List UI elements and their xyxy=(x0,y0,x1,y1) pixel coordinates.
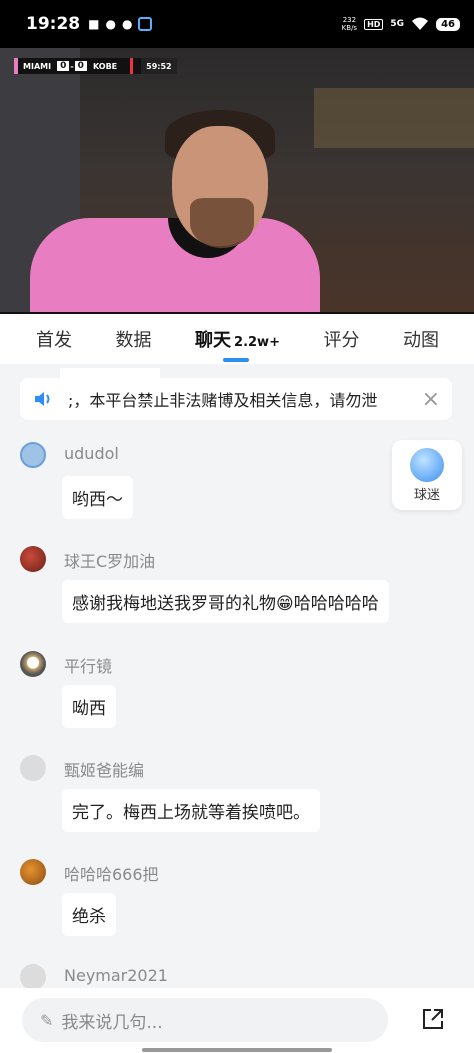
message-icon: ● xyxy=(105,17,116,31)
status-bar: 19:28 ■ ● ● 232 KB/s HD 5G 46 xyxy=(0,0,474,48)
message-bubble: 呦西 xyxy=(62,685,116,728)
fan-widget[interactable]: 球迷 xyxy=(392,440,462,510)
tab-gifs[interactable]: 动图 xyxy=(403,326,439,352)
username[interactable]: Neymar2021 xyxy=(64,966,168,985)
chat-count: 2.2w+ xyxy=(234,335,280,350)
scrolled-content-fragment xyxy=(60,368,160,378)
away-team: KOBE xyxy=(92,61,118,71)
close-icon[interactable]: × xyxy=(422,387,440,412)
avatar[interactable] xyxy=(20,964,46,990)
bottom-input-bar: ✎ 我来说几句... xyxy=(0,988,474,1053)
home-score: 0 xyxy=(57,61,70,71)
battery-indicator: 46 xyxy=(436,17,460,31)
comment-placeholder: 我来说几句... xyxy=(61,1012,163,1033)
message-bubble: 哟西～ xyxy=(62,476,133,519)
fan-mascot-icon xyxy=(410,448,444,482)
tab-ratings[interactable]: 评分 xyxy=(323,326,359,352)
active-tab-indicator xyxy=(223,358,250,362)
pencil-icon: ✎ xyxy=(40,1010,54,1030)
share-icon[interactable] xyxy=(420,1006,446,1032)
video-call-icon: ■ xyxy=(88,17,100,31)
username[interactable]: 哈哈哈666把 xyxy=(64,861,159,885)
match-clock: 59:52 xyxy=(141,58,177,74)
wifi-icon xyxy=(412,17,429,30)
avatar[interactable] xyxy=(20,755,46,781)
message-bubble: 完了。梅西上场就等着挨喷吧。 xyxy=(62,789,320,832)
fan-widget-label: 球迷 xyxy=(413,488,440,503)
wechat-icon: ● xyxy=(121,17,133,31)
network-speed: 232 KB/s xyxy=(341,16,358,32)
away-score: 0 xyxy=(74,61,87,71)
tab-chat-label: 聊天 xyxy=(195,330,232,351)
username[interactable]: 球王C罗加油 xyxy=(64,548,155,572)
comment-input[interactable]: ✎ 我来说几句... xyxy=(22,998,388,1042)
app-notification-icon xyxy=(138,17,153,31)
avatar[interactable] xyxy=(20,859,46,885)
notice-text: ;，本平台禁止非法赌博及相关信息，请勿泄 xyxy=(68,391,378,410)
username[interactable]: 平行镜 xyxy=(64,653,112,677)
tab-chat[interactable]: 聊天 2.2w+ xyxy=(195,326,280,362)
message-bubble: 绝杀 xyxy=(62,893,116,936)
hd-badge: HD xyxy=(364,18,384,30)
username[interactable]: ududol xyxy=(64,444,119,463)
score-dash: - xyxy=(70,61,74,71)
home-team: MIAMI xyxy=(23,61,52,71)
tab-bar: 首发 数据 聊天 2.2w+ 评分 动图 xyxy=(0,314,474,364)
player-beard xyxy=(190,198,254,248)
message-bubble: 感谢我梅地送我罗哥的礼物😁哈哈哈哈哈 xyxy=(62,580,389,623)
tab-stats[interactable]: 数据 xyxy=(116,326,152,352)
home-indicator[interactable] xyxy=(142,1048,332,1052)
speaker-icon xyxy=(35,392,50,406)
avatar[interactable] xyxy=(20,546,46,572)
video-background xyxy=(314,88,474,148)
avatar[interactable] xyxy=(20,651,46,677)
avatar[interactable] xyxy=(20,442,46,468)
scoreboard: MIAMI 0 - 0 KOBE 59:52 xyxy=(14,58,177,74)
video-player[interactable]: ▲ MIAMI 0 - 0 KOBE 59:52 xyxy=(0,48,474,314)
clock-mark xyxy=(130,58,134,74)
username[interactable]: 甄姬爸能编 xyxy=(64,757,144,781)
notice-banner: ;，本平台禁止非法赌博及相关信息，请勿泄 × xyxy=(20,378,452,420)
tab-lineup[interactable]: 首发 xyxy=(36,326,72,352)
status-time: 19:28 xyxy=(26,14,81,34)
signal-5g: 5G xyxy=(390,19,405,29)
